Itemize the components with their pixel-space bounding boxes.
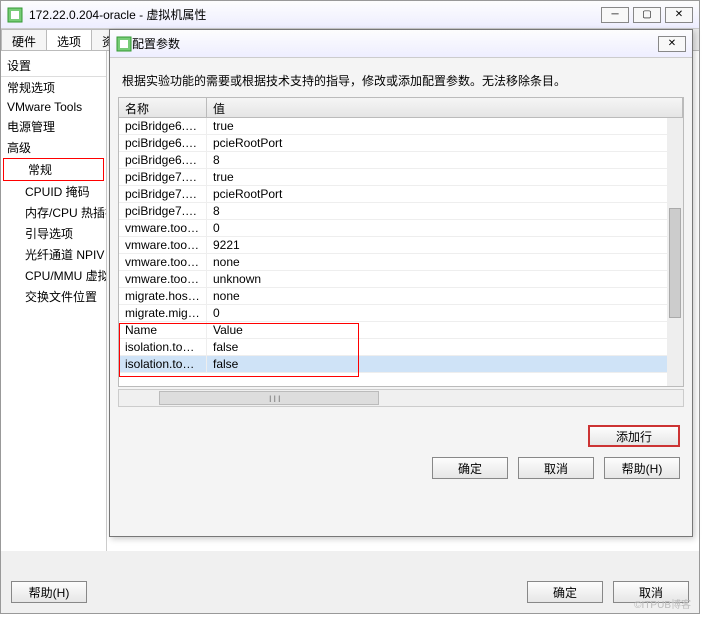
vm-icon xyxy=(116,36,132,52)
minimize-button[interactable]: ─ xyxy=(601,7,629,23)
table-row[interactable]: pciBridge6.vir...pcieRootPort xyxy=(119,135,683,152)
table-row[interactable]: pciBridge6.pr...true xyxy=(119,118,683,135)
table-row[interactable]: pciBridge7.vir...pcieRootPort xyxy=(119,186,683,203)
maximize-button[interactable]: ▢ xyxy=(633,7,661,23)
scroll-thumb[interactable] xyxy=(669,208,681,318)
sidebar-item[interactable]: VMware Tools xyxy=(1,98,106,116)
cell-value[interactable]: none xyxy=(207,288,683,304)
vm-properties-window: 172.22.0.204-oracle - 虚拟机属性 ─ ▢ ✕ 硬件 选项 … xyxy=(0,0,700,614)
footer-ok-button[interactable]: 确定 xyxy=(527,581,603,603)
cell-value[interactable]: 0 xyxy=(207,305,683,321)
sidebar-header: 设置 xyxy=(1,55,106,77)
cell-name[interactable]: pciBridge6.fu... xyxy=(119,152,207,168)
watermark: ©ITPUB博客 xyxy=(634,596,691,611)
dialog-cancel-button[interactable]: 取消 xyxy=(518,457,594,479)
dialog-close-button[interactable]: ✕ xyxy=(658,36,686,52)
params-table: 名称 值 pciBridge6.pr...truepciBridge6.vir.… xyxy=(118,97,684,387)
sidebar-item[interactable]: 交换文件位置 xyxy=(1,286,106,307)
cell-value[interactable]: true xyxy=(207,118,683,134)
add-row-button[interactable]: 添加行 xyxy=(588,425,680,447)
table-row[interactable]: vmware.tools....0 xyxy=(119,220,683,237)
cell-value[interactable]: false xyxy=(207,339,683,355)
table-row[interactable]: pciBridge6.fu...8 xyxy=(119,152,683,169)
dialog-ok-button[interactable]: 确定 xyxy=(432,457,508,479)
table-row[interactable]: migrate.host...none xyxy=(119,288,683,305)
table-row[interactable]: isolation.tools...false xyxy=(119,356,683,373)
cell-value[interactable]: none xyxy=(207,254,683,270)
cell-name[interactable]: migrate.migra... xyxy=(119,305,207,321)
cell-name[interactable]: isolation.tools... xyxy=(119,356,207,372)
cell-value[interactable]: Value xyxy=(207,322,683,338)
cell-name[interactable]: vmware.tools.... xyxy=(119,237,207,253)
sidebar-item[interactable]: 常规选项 xyxy=(1,77,106,98)
config-params-dialog: 配置参数 ✕ 根据实验功能的需要或根据技术支持的指导，修改或添加配置参数。无法移… xyxy=(109,29,693,537)
table-row[interactable]: pciBridge7.fu...8 xyxy=(119,203,683,220)
table-row[interactable]: pciBridge7.pr...true xyxy=(119,169,683,186)
table-row[interactable]: vmware.tools....none xyxy=(119,254,683,271)
sidebar-item[interactable]: 电源管理 xyxy=(1,116,106,137)
cell-name[interactable]: pciBridge7.fu... xyxy=(119,203,207,219)
col-header-name[interactable]: 名称 xyxy=(119,98,207,117)
cell-name[interactable]: vmware.tools.... xyxy=(119,271,207,287)
tab-hardware[interactable]: 硬件 xyxy=(1,29,47,50)
dialog-instruction: 根据实验功能的需要或根据技术支持的指导，修改或添加配置参数。无法移除条目。 xyxy=(110,58,692,97)
vm-icon xyxy=(7,7,23,23)
outer-title-bar: 172.22.0.204-oracle - 虚拟机属性 ─ ▢ ✕ xyxy=(1,1,699,29)
sidebar-item[interactable]: 光纤通道 NPIV xyxy=(1,244,106,265)
tab-options[interactable]: 选项 xyxy=(46,29,92,50)
sidebar-item[interactable]: 引导选项 xyxy=(1,223,106,244)
cell-name[interactable]: pciBridge6.vir... xyxy=(119,135,207,151)
sidebar-item[interactable]: 高级 xyxy=(1,137,106,158)
table-row[interactable]: isolation.tools...false xyxy=(119,339,683,356)
dialog-help-button[interactable]: 帮助(H) xyxy=(604,457,680,479)
close-button[interactable]: ✕ xyxy=(665,7,693,23)
cell-value[interactable]: false xyxy=(207,356,683,372)
horizontal-scrollbar[interactable]: III xyxy=(118,389,684,407)
outer-footer: 帮助(H) 确定 取消 xyxy=(11,581,689,603)
cell-value[interactable]: 0 xyxy=(207,220,683,236)
cell-value[interactable]: pcieRootPort xyxy=(207,135,683,151)
cell-value[interactable]: pcieRootPort xyxy=(207,186,683,202)
col-header-value[interactable]: 值 xyxy=(207,98,683,117)
cell-value[interactable]: 8 xyxy=(207,152,683,168)
cell-name[interactable]: migrate.host... xyxy=(119,288,207,304)
cell-name[interactable]: pciBridge7.pr... xyxy=(119,169,207,185)
outer-window-title: 172.22.0.204-oracle - 虚拟机属性 xyxy=(29,6,206,23)
cell-name[interactable]: pciBridge6.pr... xyxy=(119,118,207,134)
table-row[interactable]: NameValue xyxy=(119,322,683,339)
settings-sidebar: 设置 常规选项VMware Tools电源管理高级常规CPUID 掩码内存/CP… xyxy=(1,51,107,551)
cell-value[interactable]: true xyxy=(207,169,683,185)
sidebar-item[interactable]: CPU/MMU 虚拟化 xyxy=(1,265,106,286)
table-row[interactable]: migrate.migra...0 xyxy=(119,305,683,322)
cell-value[interactable]: 8 xyxy=(207,203,683,219)
cell-name[interactable]: isolation.tools... xyxy=(119,339,207,355)
table-row[interactable]: vmware.tools....9221 xyxy=(119,237,683,254)
vertical-scrollbar[interactable] xyxy=(667,118,683,386)
cell-name[interactable]: vmware.tools.... xyxy=(119,220,207,236)
sidebar-item[interactable]: 常规 xyxy=(3,158,104,181)
cell-name[interactable]: vmware.tools.... xyxy=(119,254,207,270)
dialog-title: 配置参数 xyxy=(132,35,180,52)
sidebar-item[interactable]: CPUID 掩码 xyxy=(1,181,106,202)
cell-value[interactable]: unknown xyxy=(207,271,683,287)
cell-name[interactable]: pciBridge7.vir... xyxy=(119,186,207,202)
hscroll-thumb[interactable]: III xyxy=(159,391,379,405)
cell-value[interactable]: 9221 xyxy=(207,237,683,253)
sidebar-item[interactable]: 内存/CPU 热插拔 xyxy=(1,202,106,223)
cell-name[interactable]: Name xyxy=(119,322,207,338)
table-row[interactable]: vmware.tools....unknown xyxy=(119,271,683,288)
dialog-title-bar: 配置参数 ✕ xyxy=(110,30,692,58)
footer-help-button[interactable]: 帮助(H) xyxy=(11,581,87,603)
